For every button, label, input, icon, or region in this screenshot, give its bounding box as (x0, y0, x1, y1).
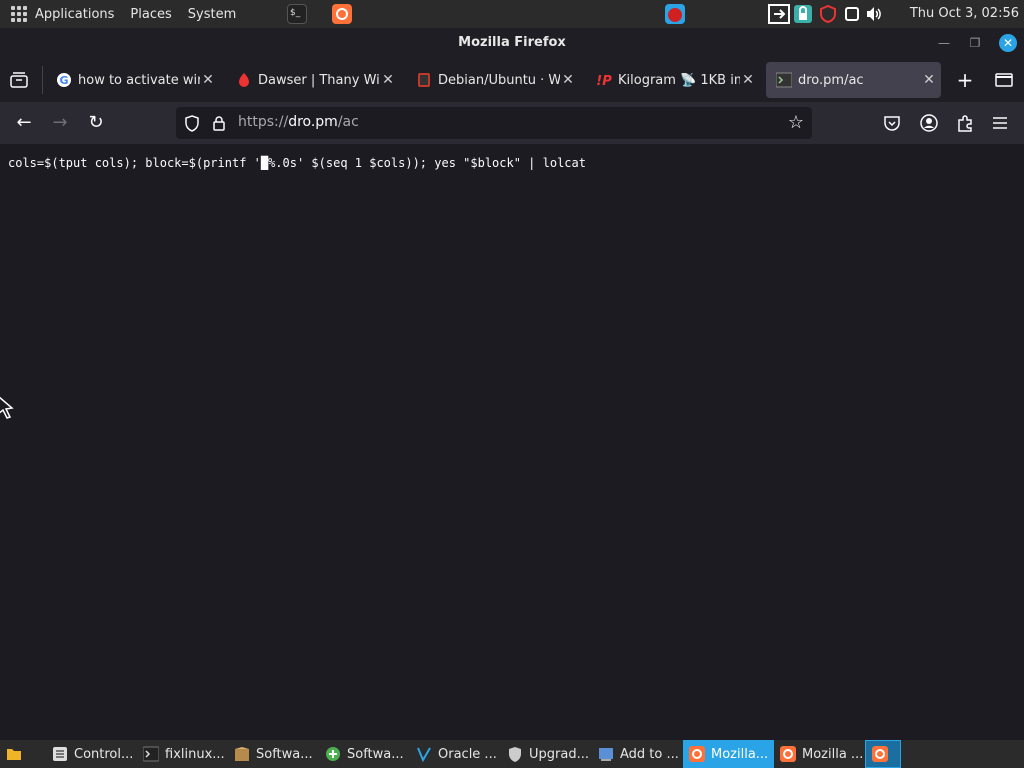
tab-kilogram[interactable]: !P Kilogram 📡 1KB image ✕ (586, 62, 760, 98)
svg-text:!P: !P (596, 74, 612, 88)
firefox-view-icon[interactable] (10, 72, 28, 88)
keyring-icon[interactable] (793, 4, 813, 24)
taskbar-label: fixlinux... (165, 746, 225, 762)
taskbar-item-upgrade[interactable]: Upgrad... (501, 740, 592, 768)
lock-icon[interactable] (212, 115, 226, 131)
tab-label: how to activate windows (78, 72, 200, 88)
system-menu[interactable]: System (188, 7, 236, 22)
tab-dawser[interactable]: Dawser | Thany Wiki ✕ (226, 62, 400, 98)
places-menu[interactable]: Places (130, 7, 171, 22)
upgrade-icon (509, 747, 521, 762)
taskbar-item-firefox-active[interactable]: Mozilla... (683, 740, 774, 768)
back-icon[interactable]: ← (13, 112, 35, 134)
url-path: /ac (337, 114, 359, 130)
page-content: cols=$(tput cols); block=$(printf '█%.0s… (0, 144, 1024, 740)
tab-dro-pm[interactable]: dro.pm/ac ✕ (766, 62, 941, 98)
add-to-icon (599, 748, 613, 761)
angry-bird-icon[interactable] (665, 4, 685, 24)
taskbar-item-add-to[interactable]: Add to ... (592, 740, 683, 768)
taskbar-label: Mozilla ... (802, 746, 864, 762)
screen-share-icon[interactable] (768, 4, 792, 24)
url-scheme: https:// (238, 114, 289, 130)
taskbar-label: Add to ... (620, 746, 679, 762)
shield-icon[interactable] (818, 4, 838, 24)
control-center-icon (53, 747, 67, 761)
pocket-icon[interactable] (883, 114, 901, 132)
url-text[interactable]: https://dro.pm/ac (238, 114, 359, 130)
wiki-icon (239, 73, 249, 87)
taskbar-item-firefox[interactable]: Mozilla ... (774, 740, 865, 768)
url-bar[interactable]: https://dro.pm/ac ☆ (176, 107, 812, 139)
software-icon (235, 747, 249, 761)
firefox-icon (689, 746, 705, 762)
volume-icon[interactable] (864, 4, 884, 24)
bottom-taskbar: Control... fixlinux... Softwa... Softwa.… (0, 740, 1024, 768)
navigation-toolbar: ← → ↻ https://dro.pm/ac ☆ (0, 102, 1024, 144)
close-tab-icon[interactable]: ✕ (921, 72, 937, 88)
account-icon[interactable] (920, 114, 938, 132)
terminal-launcher-icon[interactable]: $_ (287, 4, 307, 24)
taskbar-item-files[interactable] (0, 740, 46, 768)
taskbar-item-software-updater[interactable]: Softwa... (319, 740, 410, 768)
close-window-icon[interactable]: ✕ (999, 34, 1017, 52)
extensions-icon[interactable] (956, 114, 974, 132)
close-tab-icon[interactable]: ✕ (560, 72, 576, 88)
tracking-protection-icon[interactable] (184, 115, 200, 132)
taskbar-label: Softwa... (347, 746, 404, 762)
url-domain: dro.pm (288, 114, 338, 130)
taskbar-label: Control... (74, 746, 134, 762)
kilogram-icon: !P (596, 74, 612, 88)
window-icon[interactable] (842, 4, 862, 24)
apps-grid-icon[interactable] (11, 6, 27, 22)
list-all-tabs-icon[interactable] (995, 72, 1013, 88)
taskbar-item-oracle[interactable]: Oracle ... (410, 740, 501, 768)
maximize-icon[interactable]: ❐ (967, 35, 983, 51)
forward-icon[interactable]: → (49, 112, 71, 134)
tab-label: Dawser | Thany Wiki (258, 72, 380, 88)
svg-text:G: G (59, 74, 68, 87)
taskbar-label: Oracle ... (438, 746, 497, 762)
mouse-pointer-icon (0, 396, 14, 419)
minimize-icon[interactable]: — (936, 35, 952, 51)
applications-menu[interactable]: Applications (35, 7, 114, 22)
taskbar-item-firefox-small[interactable] (865, 740, 901, 768)
reload-icon[interactable]: ↻ (85, 112, 107, 134)
oracle-icon (417, 747, 431, 762)
taskbar-item-terminal[interactable]: fixlinux... (137, 740, 228, 768)
taskbar-label: Mozilla... (711, 746, 769, 762)
firefox-icon (780, 746, 796, 762)
tab-strip: G how to activate windows ✕ Dawser | Tha… (0, 58, 1024, 102)
taskbar-label: Softwa... (256, 746, 313, 762)
terminal-icon (143, 746, 159, 762)
tab-label: Kilogram 📡 1KB image (618, 72, 740, 88)
tab-debian[interactable]: Debian/Ubuntu · Wiki ✕ (406, 62, 580, 98)
close-tab-icon[interactable]: ✕ (200, 72, 216, 88)
folder-icon (7, 749, 21, 760)
taskbar-item-software[interactable]: Softwa... (228, 740, 319, 768)
command-text: cols=$(tput cols); block=$(printf '█%.0s… (8, 156, 586, 170)
tab-label: dro.pm/ac (798, 72, 864, 88)
taskbar-label: Upgrad... (529, 746, 589, 762)
tab-google[interactable]: G how to activate windows ✕ (46, 62, 220, 98)
taskbar-item-control-center[interactable]: Control... (46, 740, 137, 768)
tab-divider (42, 66, 43, 94)
close-tab-icon[interactable]: ✕ (380, 72, 396, 88)
terminal-icon (776, 72, 792, 88)
firefox-icon (872, 746, 888, 762)
bookmark-star-icon[interactable]: ☆ (786, 113, 806, 133)
software-updater-icon (326, 747, 340, 761)
debian-icon (418, 73, 430, 87)
clock[interactable]: Thu Oct 3, 02:56 (910, 6, 1019, 21)
tab-label: Debian/Ubuntu · Wiki (438, 72, 560, 88)
menu-hamburger-icon[interactable] (992, 115, 1008, 131)
firefox-launcher-icon[interactable] (332, 4, 352, 24)
window-title: Mozilla Firefox (0, 28, 1024, 58)
new-tab-icon[interactable]: + (955, 69, 975, 91)
close-tab-icon[interactable]: ✕ (740, 72, 756, 88)
google-icon: G (57, 73, 71, 87)
